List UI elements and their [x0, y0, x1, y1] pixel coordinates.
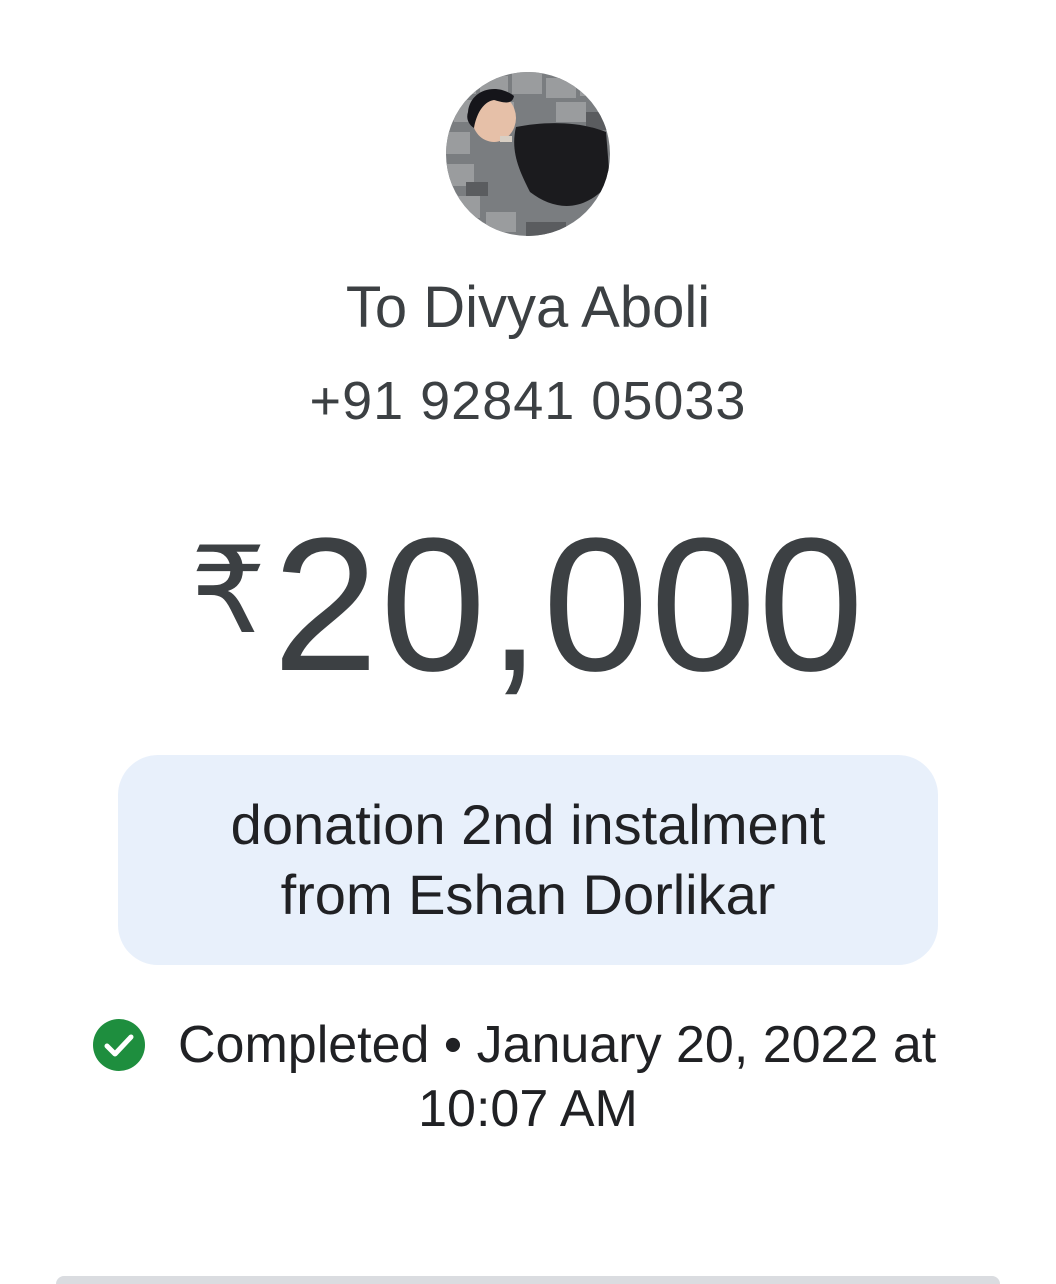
status-text: Completed • January 20, 2022 at — [178, 1016, 937, 1074]
payment-amount: ₹20,000 — [0, 495, 1056, 715]
bottom-card-edge — [56, 1276, 1000, 1284]
payment-note-text: donation 2nd instalment from Eshan Dorli… — [230, 793, 826, 926]
payment-note: donation 2nd instalment from Eshan Dorli… — [118, 755, 938, 965]
avatar-photo — [446, 72, 610, 236]
status-line-1: Completed • January 20, 2022 at — [92, 1012, 936, 1078]
recipient-phone: +91 92841 05033 — [309, 371, 747, 431]
status-time: 10:07 AM — [418, 1080, 638, 1138]
avatar — [446, 72, 610, 236]
amount-value: 20,000 — [272, 499, 866, 711]
currency-symbol: ₹ — [190, 524, 267, 658]
recipient-name: To Divya Aboli — [345, 275, 711, 340]
check-circle-icon — [93, 1019, 145, 1071]
